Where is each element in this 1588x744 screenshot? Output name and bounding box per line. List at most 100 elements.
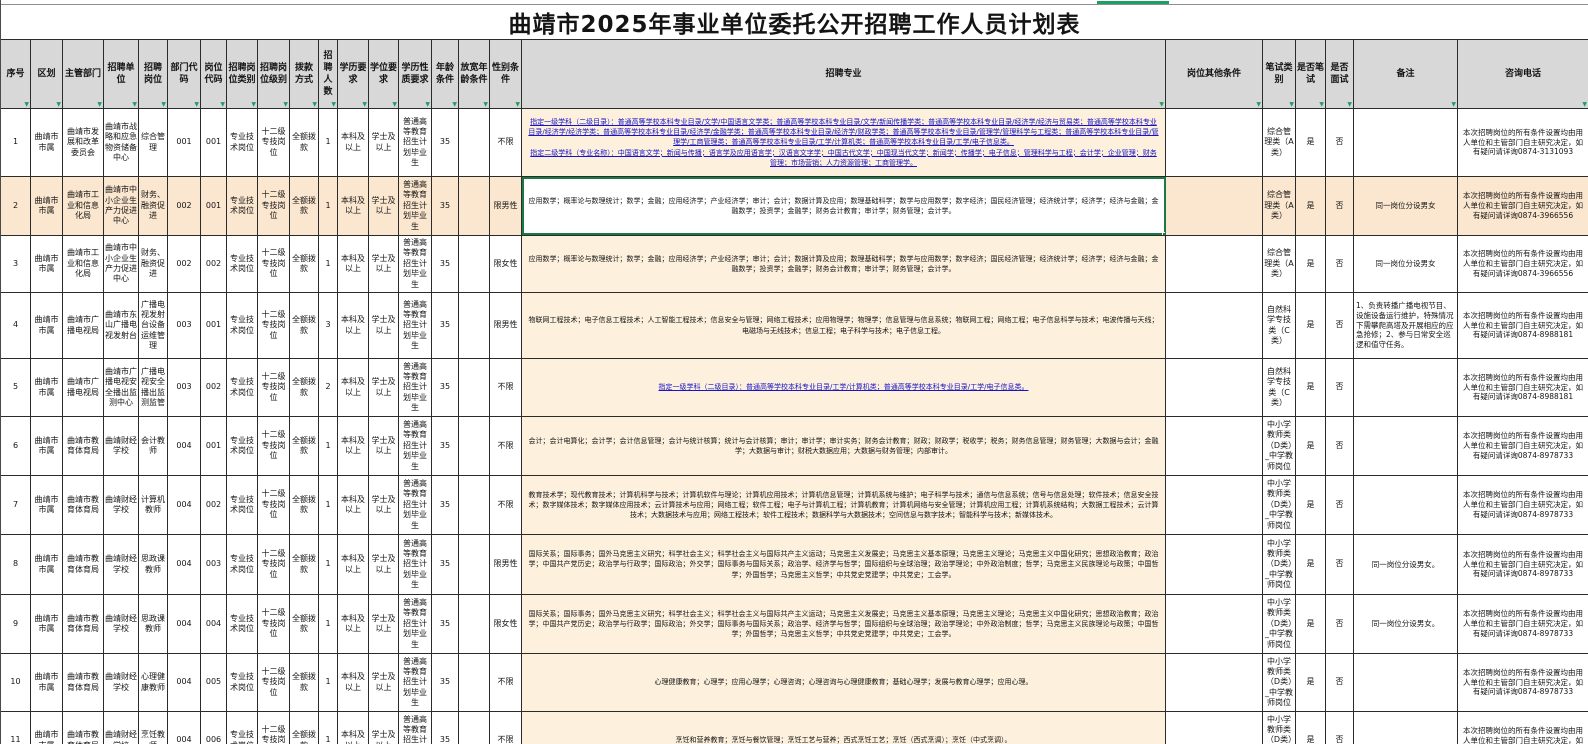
filter-dropdown-icon[interactable]: ▼: [24, 102, 29, 108]
cell-edu[interactable]: 本科及以上: [338, 417, 369, 475]
cell-dept[interactable]: 曲靖市工业和信息化局: [63, 177, 104, 235]
cell-age[interactable]: 35: [432, 712, 459, 744]
cell-category[interactable]: 专业技术岗位: [227, 359, 258, 416]
cell-position[interactable]: 财务、融资促进: [139, 177, 168, 235]
cell-gender[interactable]: 限女性: [490, 595, 522, 653]
filter-dropdown-icon[interactable]: ▼: [1319, 102, 1324, 108]
cell-edu_nature[interactable]: 普通高等教育招生计划毕业生: [399, 177, 432, 235]
cell-written[interactable]: 是: [1296, 109, 1326, 176]
cell-level[interactable]: 十二级专技岗位: [258, 535, 290, 594]
cell-major[interactable]: 指定一级学科（二级目录）：普通高等学校本科专业目录/工学/计算机类；普通高等学校…: [522, 359, 1166, 416]
cell-remark[interactable]: 同一岗位分设男女。: [1354, 535, 1458, 594]
cell-interview[interactable]: 否: [1326, 359, 1354, 416]
cell-position[interactable]: 会计教师: [139, 417, 168, 475]
cell-edu[interactable]: 本科及以上: [338, 109, 369, 176]
cell-test_type[interactable]: 综合管理类（A类）: [1263, 109, 1296, 176]
cell-remark[interactable]: 同一岗位分设男女: [1354, 236, 1458, 292]
filter-dropdown-icon[interactable]: ▼: [97, 102, 102, 108]
cell-dept_code[interactable]: 004: [168, 595, 201, 653]
filter-dropdown-icon[interactable]: ▼: [1582, 102, 1587, 108]
cell-category[interactable]: 专业技术岗位: [227, 595, 258, 653]
cell-remark[interactable]: 1、负责转播广播电视节目、设施设备运行维护，特殊情况下需攀爬高塔及开展相应的应急…: [1354, 293, 1458, 358]
cell-phone[interactable]: 本次招聘岗位的所有条件设置均由用人单位和主管部门自主研究决定，如有疑问请详询08…: [1458, 712, 1588, 744]
cell-edu_nature[interactable]: 普通高等教育招生计划毕业生: [399, 654, 432, 711]
cell-age_relax[interactable]: [459, 109, 490, 176]
cell-age_relax[interactable]: [459, 535, 490, 594]
column-header-pos_code[interactable]: 岗位代码 ▼: [201, 40, 227, 108]
cell-dept_code[interactable]: 003: [168, 293, 201, 358]
cell-age[interactable]: 35: [432, 417, 459, 475]
cell-seq[interactable]: 11: [1, 712, 31, 744]
cell-count[interactable]: 1: [319, 417, 338, 475]
cell-position[interactable]: 思政课教师: [139, 535, 168, 594]
cell-degree[interactable]: 学士及以上: [369, 712, 399, 744]
cell-district[interactable]: 曲靖市市属: [31, 476, 63, 534]
cell-remark[interactable]: 同一岗位分设男女。: [1354, 595, 1458, 653]
cell-age[interactable]: 35: [432, 293, 459, 358]
cell-dept_code[interactable]: 004: [168, 535, 201, 594]
filter-dropdown-icon[interactable]: ▼: [161, 102, 166, 108]
cell-major[interactable]: 国际关系；国际事务；国外马克思主义研究；科学社会主义；科学社会主义与国际共产主义…: [522, 535, 1166, 594]
cell-gender[interactable]: 限男性: [490, 293, 522, 358]
cell-edu[interactable]: 本科及以上: [338, 595, 369, 653]
cell-unit[interactable]: 曲靖市中小企业生产力促进中心: [104, 177, 139, 235]
cell-written[interactable]: 是: [1296, 177, 1326, 235]
cell-test_type[interactable]: 中小学教师类（D类）_中学教师岗位: [1263, 417, 1296, 475]
filter-dropdown-icon[interactable]: ▼: [312, 102, 317, 108]
cell-age[interactable]: 35: [432, 109, 459, 176]
cell-edu[interactable]: 本科及以上: [338, 476, 369, 534]
cell-level[interactable]: 十二级专技岗位: [258, 654, 290, 711]
cell-pos_code[interactable]: 001: [201, 417, 227, 475]
cell-edu_nature[interactable]: 普通高等教育招生计划毕业生: [399, 476, 432, 534]
cell-pos_code[interactable]: 002: [201, 236, 227, 292]
cell-age[interactable]: 35: [432, 654, 459, 711]
cell-seq[interactable]: 9: [1, 595, 31, 653]
cell-unit[interactable]: 曲靖财经学校: [104, 712, 139, 744]
cell-other[interactable]: [1166, 236, 1263, 292]
cell-pos_code[interactable]: 002: [201, 359, 227, 416]
cell-interview[interactable]: 否: [1326, 535, 1354, 594]
cell-age_relax[interactable]: [459, 654, 490, 711]
cell-major[interactable]: 国际关系；国际事务；国外马克思主义研究；科学社会主义；科学社会主义与国际共产主义…: [522, 595, 1166, 653]
cell-degree[interactable]: 学士及以上: [369, 417, 399, 475]
cell-age[interactable]: 35: [432, 236, 459, 292]
cell-pos_code[interactable]: 001: [201, 293, 227, 358]
cell-remark[interactable]: [1354, 712, 1458, 744]
filter-dropdown-icon[interactable]: ▼: [425, 102, 430, 108]
cell-age[interactable]: 35: [432, 595, 459, 653]
cell-category[interactable]: 专业技术岗位: [227, 293, 258, 358]
column-header-phone[interactable]: 咨询电话 ▼: [1458, 40, 1588, 108]
cell-funding[interactable]: 全额拨款: [290, 109, 319, 176]
cell-count[interactable]: 1: [319, 535, 338, 594]
cell-seq[interactable]: 7: [1, 476, 31, 534]
cell-other[interactable]: [1166, 535, 1263, 594]
cell-position[interactable]: 烹饪教师: [139, 712, 168, 744]
cell-count[interactable]: 1: [319, 654, 338, 711]
cell-seq[interactable]: 3: [1, 236, 31, 292]
filter-dropdown-icon[interactable]: ▼: [452, 102, 457, 108]
cell-unit[interactable]: 曲靖市广播电视安全播出监测中心: [104, 359, 139, 416]
cell-category[interactable]: 专业技术岗位: [227, 236, 258, 292]
cell-gender[interactable]: 不限: [490, 417, 522, 475]
cell-position[interactable]: 广播电视发射台设备运维管理: [139, 293, 168, 358]
cell-unit[interactable]: 曲靖财经学校: [104, 476, 139, 534]
cell-written[interactable]: 是: [1296, 359, 1326, 416]
column-header-funding[interactable]: 拨款方式 ▼: [290, 40, 319, 108]
cell-dept_code[interactable]: 002: [168, 177, 201, 235]
cell-other[interactable]: [1166, 712, 1263, 744]
cell-edu[interactable]: 本科及以上: [338, 654, 369, 711]
cell-other[interactable]: [1166, 476, 1263, 534]
cell-dept[interactable]: 曲靖市教育体育局: [63, 712, 104, 744]
cell-dept[interactable]: 曲靖市发展和改革委员会: [63, 109, 104, 176]
cell-edu[interactable]: 本科及以上: [338, 535, 369, 594]
cell-age[interactable]: 35: [432, 359, 459, 416]
column-header-age_relax[interactable]: 放宽年龄条件 ▼: [459, 40, 490, 108]
cell-remark[interactable]: [1354, 109, 1458, 176]
cell-pos_code[interactable]: 005: [201, 654, 227, 711]
cell-edu_nature[interactable]: 普通高等教育招生计划毕业生: [399, 712, 432, 744]
cell-degree[interactable]: 学士及以上: [369, 359, 399, 416]
cell-district[interactable]: 曲靖市市属: [31, 535, 63, 594]
cell-district[interactable]: 曲靖市市属: [31, 654, 63, 711]
filter-dropdown-icon[interactable]: ▼: [1451, 102, 1456, 108]
filter-dropdown-icon[interactable]: ▼: [1347, 102, 1352, 108]
